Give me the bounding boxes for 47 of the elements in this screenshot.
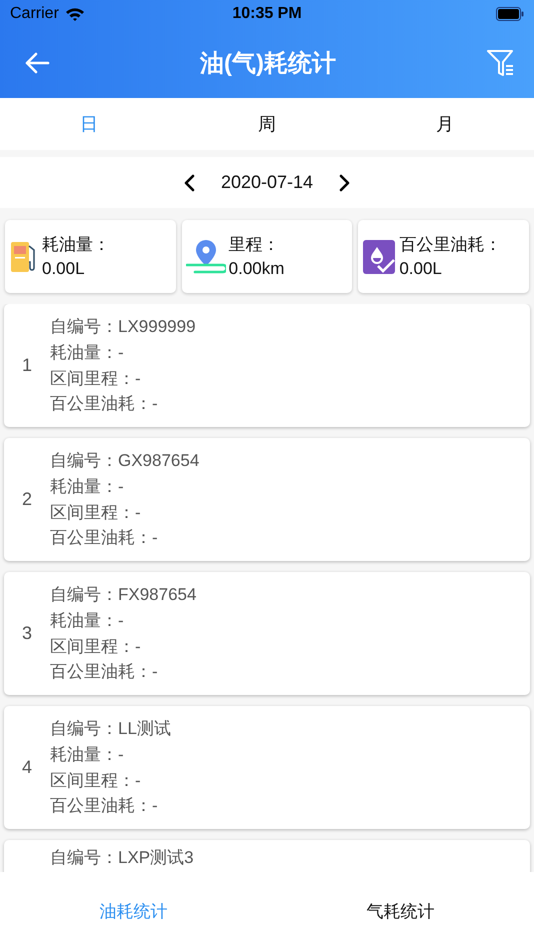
wifi-icon [64,7,85,21]
record-field: 自编号：LXP测试3 [50,845,194,871]
drop-check-icon [362,238,396,274]
status-time: 10:35 PM [232,5,302,23]
record-card[interactable]: 1 自编号：LX999999 耗油量：- 区间里程：- 百公里油耗：- [4,304,530,427]
record-card[interactable]: 4 自编号：LL测试 耗油量：- 区间里程：- 百公里油耗：- [4,706,530,829]
page-title: 油(气)耗统计 [200,49,336,79]
record-field: 区间里程：- [50,634,196,660]
carrier-label: Carrier [10,5,59,23]
previous-date-icon[interactable] [182,174,197,192]
record-field: 自编号：GX987654 [50,448,200,474]
summary-label: 百公里油耗： [399,234,502,256]
record-number: 4 [20,757,33,778]
record-field: 耗油量：- [50,742,171,768]
record-field: 百公里油耗：- [50,391,196,417]
record-field: 耗油量：- [50,474,200,500]
record-field: 自编号：FX987654 [50,582,196,608]
next-date-icon[interactable] [337,174,352,192]
location-route-icon [186,238,226,276]
record-field: 自编号：LL测试 [50,716,171,742]
date-label: 2020-07-14 [220,172,314,193]
battery-icon [496,7,524,21]
record-field: 百公里油耗：- [50,525,200,551]
back-icon[interactable] [24,52,50,74]
record-field: 区间里程：- [50,768,171,794]
record-field: 区间里程：- [50,366,196,392]
record-number: 2 [20,489,33,510]
record-field: 耗油量：- [50,340,196,366]
record-number: 3 [20,623,33,644]
record-field: 区间里程：- [50,500,200,526]
summary-value: 0.00km [228,258,284,280]
record-field: 百公里油耗：- [50,659,196,685]
record-field: 耗油量：- [50,608,196,634]
summary-value: 0.00L [399,258,443,280]
record-card[interactable]: 自编号：LXP测试3 [4,840,530,872]
period-tab[interactable]: 月 [356,98,534,150]
record-number: 1 [20,355,33,376]
summary-value: 0.00L [42,258,86,280]
period-tab[interactable]: 周 [178,98,356,150]
record-field: 自编号：LX999999 [50,314,196,340]
record-card[interactable]: 2 自编号：GX987654 耗油量：- 区间里程：- 百公里油耗：- [4,438,530,561]
summary-label: 里程： [228,234,281,256]
bottom-tab[interactable]: 气耗统计 [267,872,534,950]
record-field: 百公里油耗：- [50,793,171,819]
filter-icon[interactable] [486,48,516,78]
record-card[interactable]: 3 自编号：FX987654 耗油量：- 区间里程：- 百公里油耗：- [4,572,530,695]
summary-label: 耗油量： [42,234,110,256]
